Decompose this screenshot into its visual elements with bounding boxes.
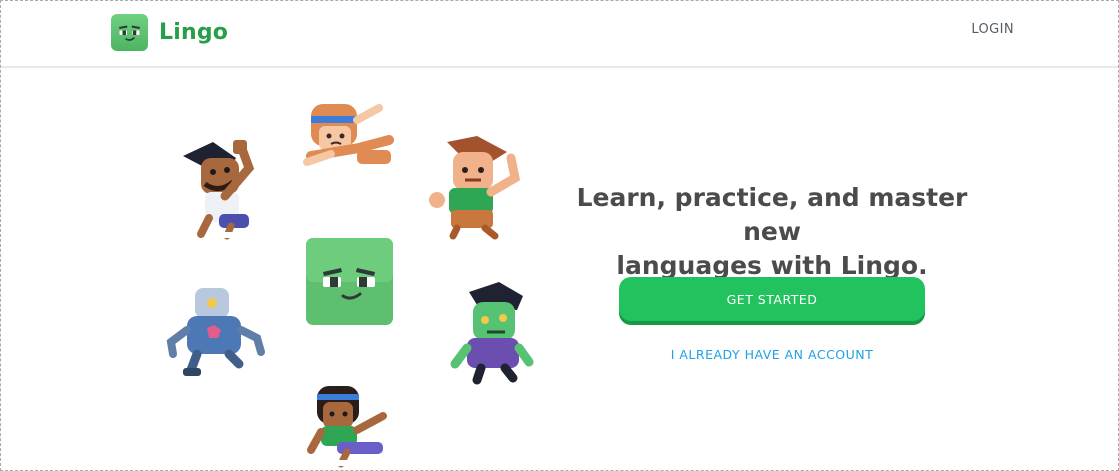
headline-line-1: Learn, practice, and master new xyxy=(576,183,968,246)
get-started-button[interactable]: GET STARTED xyxy=(619,277,925,321)
mascot-icon xyxy=(306,238,393,325)
login-link[interactable]: LOGIN xyxy=(971,22,1014,37)
have-account-link[interactable]: I ALREADY HAVE AN ACCOUNT xyxy=(557,347,987,362)
hero-section: Learn, practice, and master new language… xyxy=(557,181,987,362)
robot-icon xyxy=(166,288,265,376)
hero-illustration xyxy=(161,96,541,470)
hero-headline: Learn, practice, and master new language… xyxy=(557,181,987,283)
waving-boy-icon xyxy=(429,136,521,240)
top-nav: Lingo LOGIN xyxy=(1,1,1118,68)
zombie-icon xyxy=(450,282,534,385)
skater-girl-icon xyxy=(307,386,387,468)
dancing-man-icon xyxy=(183,140,255,240)
mascot-icon xyxy=(111,14,148,51)
headline-line-2: languages with Lingo. xyxy=(616,251,928,280)
app-frame: Lingo LOGIN Learn, practice, and master … xyxy=(0,0,1119,471)
brand-name: Lingo xyxy=(159,20,229,45)
headband-girl-icon xyxy=(303,104,394,170)
logo[interactable]: Lingo xyxy=(111,14,228,51)
